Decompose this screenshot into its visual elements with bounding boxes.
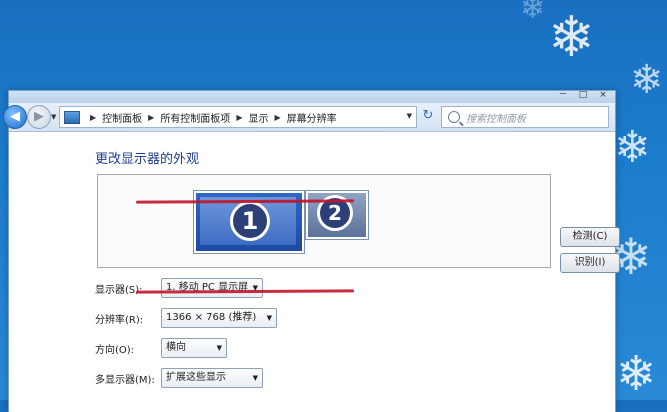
title-bar: － □ × bbox=[9, 91, 615, 103]
search-icon bbox=[448, 111, 460, 123]
snowflake-decoration: ❄ bbox=[548, 5, 595, 70]
chevron-right-icon[interactable]: ▶ bbox=[90, 113, 96, 122]
orientation-value: 横向 bbox=[166, 342, 186, 353]
chevron-right-icon[interactable]: ▶ bbox=[236, 113, 242, 122]
maximize-button[interactable]: □ bbox=[577, 91, 589, 100]
orientation-select[interactable]: 横向 ▼ bbox=[161, 338, 227, 358]
refresh-icon[interactable]: ↻ bbox=[419, 106, 437, 126]
resolution-select[interactable]: 1366 × 768 (推荐) ▼ bbox=[161, 308, 277, 328]
orientation-row: 方向(O): 横向 ▼ bbox=[95, 338, 227, 358]
monitor-preview-area: 1 2 检测(C) 识别(I) bbox=[97, 174, 620, 273]
breadcrumb-display[interactable]: 显示 bbox=[248, 110, 268, 125]
address-bar[interactable]: ▶ 控制面板 ▶ 所有控制面板项 ▶ 显示 ▶ 屏幕分辨率 ▼ bbox=[59, 106, 417, 128]
breadcrumb-all-items[interactable]: 所有控制面板项 bbox=[160, 110, 230, 125]
monitor-2[interactable]: 2 bbox=[306, 191, 368, 239]
monitor-1-number: 1 bbox=[230, 201, 270, 241]
search-input[interactable]: 搜索控制面板 bbox=[441, 106, 609, 128]
resolution-value: 1366 × 768 (推荐) bbox=[166, 312, 257, 323]
orientation-label: 方向(O): bbox=[95, 344, 135, 356]
chevron-down-icon: ▼ bbox=[252, 374, 258, 382]
chevron-down-icon: ▼ bbox=[252, 284, 258, 292]
multiple-displays-row: 多显示器(M): 扩展这些显示 ▼ bbox=[95, 368, 263, 388]
close-button[interactable]: × bbox=[597, 91, 609, 100]
multiple-displays-value: 扩展这些显示 bbox=[166, 372, 226, 383]
identify-button[interactable]: 识别(I) bbox=[560, 253, 620, 273]
main-content: 更改显示器的外观 1 2 检测(C) 识别(I) 显示器(S): 1. 移动 P… bbox=[9, 132, 620, 412]
snowflake-decoration: ❄ bbox=[630, 57, 664, 103]
resolution-label: 分辨率(R): bbox=[95, 314, 144, 326]
display-select[interactable]: 1. 移动 PC 显示屏 ▼ bbox=[161, 278, 263, 298]
recent-pages-chevron-icon[interactable]: ▼ bbox=[51, 113, 56, 121]
minimize-button[interactable]: － bbox=[557, 91, 569, 100]
breadcrumb-screen-resolution[interactable]: 屏幕分辨率 bbox=[287, 110, 337, 125]
screen-resolution-window: － □ × ◀ ▶ ▼ ▶ 控制面板 ▶ 所有控制面板项 ▶ 显示 ▶ 屏幕分辨… bbox=[3, 90, 620, 412]
address-dropdown-icon[interactable]: ▼ bbox=[407, 112, 412, 120]
multiple-displays-label: 多显示器(M): bbox=[95, 374, 155, 386]
breadcrumb-control-panel[interactable]: 控制面板 bbox=[102, 110, 142, 125]
chevron-down-icon: ▼ bbox=[216, 344, 222, 352]
chevron-down-icon: ▼ bbox=[266, 314, 272, 322]
display-row: 显示器(S): 1. 移动 PC 显示屏 ▼ bbox=[95, 278, 263, 298]
snowflake-decoration: ❄ bbox=[616, 346, 657, 402]
breadcrumb: ▶ 控制面板 ▶ 所有控制面板项 ▶ 显示 ▶ 屏幕分辨率 bbox=[84, 110, 337, 125]
page-title: 更改显示器的外观 bbox=[95, 152, 200, 167]
snowflake-decoration: ❄ bbox=[614, 122, 651, 173]
detect-button[interactable]: 检测(C) bbox=[560, 227, 620, 247]
resolution-row: 分辨率(R): 1366 × 768 (推荐) ▼ bbox=[95, 308, 277, 328]
back-arrow-icon[interactable]: ◀ bbox=[3, 105, 27, 129]
chevron-right-icon[interactable]: ▶ bbox=[274, 113, 280, 122]
search-placeholder: 搜索控制面板 bbox=[466, 113, 526, 125]
navigation-bar: ◀ ▶ ▼ ▶ 控制面板 ▶ 所有控制面板项 ▶ 显示 ▶ 屏幕分辨率 ▼ ↻ … bbox=[3, 103, 615, 132]
multiple-displays-select[interactable]: 扩展这些显示 ▼ bbox=[161, 368, 263, 388]
chevron-right-icon[interactable]: ▶ bbox=[148, 113, 154, 122]
control-panel-icon bbox=[64, 110, 80, 124]
forward-arrow-icon[interactable]: ▶ bbox=[27, 105, 51, 129]
snowflake-decoration: ❄ bbox=[520, 0, 546, 26]
